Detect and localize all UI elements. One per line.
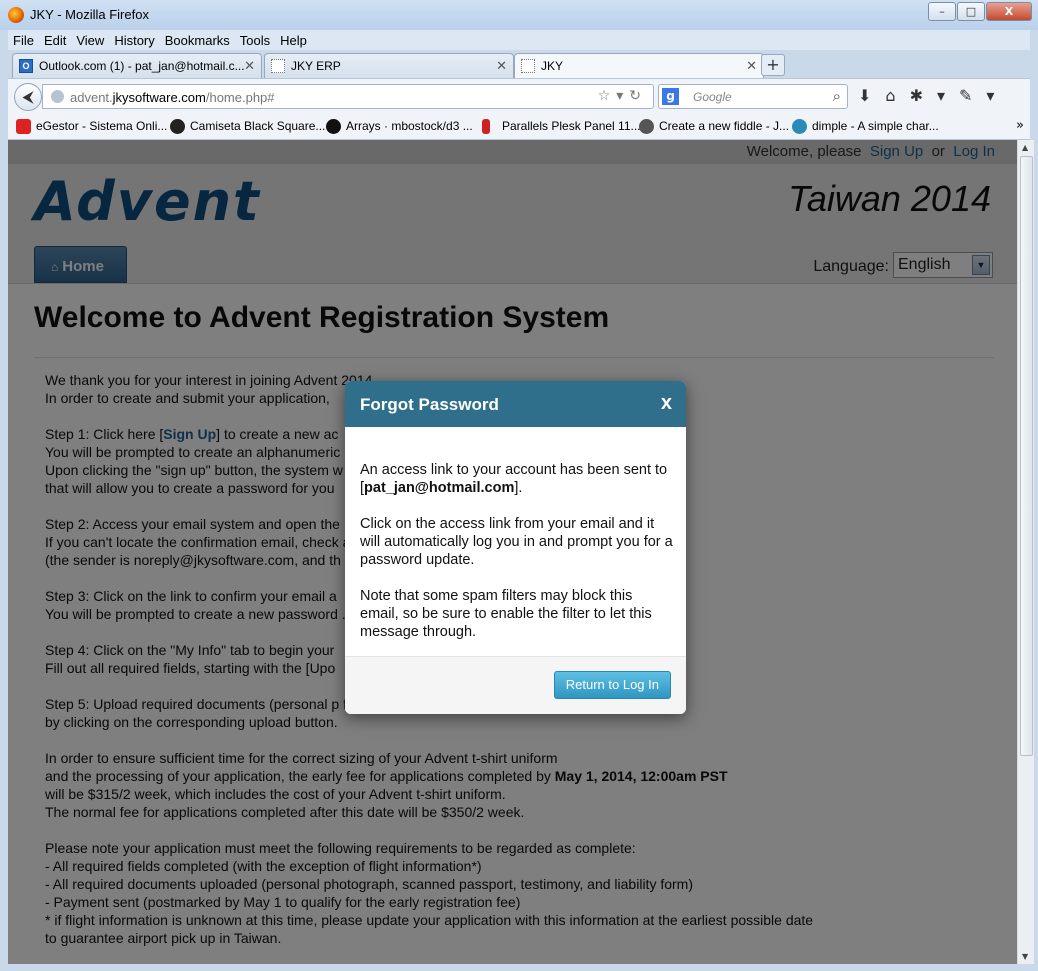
tab-label: JKY ERP <box>291 59 341 73</box>
page-viewport: Welcome, please Sign Up or Log In Advent… <box>8 140 1017 964</box>
menu-edit[interactable]: Edit <box>44 33 66 48</box>
dialog-footer: Return to Log In <box>345 656 686 714</box>
dialog-title: Forgot Password <box>360 395 499 414</box>
url-text: advent.jkysoftware.com/home.php# <box>70 90 275 105</box>
menu-help[interactable]: Help <box>280 33 307 48</box>
parallels-icon <box>482 119 490 134</box>
close-icon[interactable]: x <box>661 392 672 415</box>
menu-tools[interactable]: Tools <box>240 33 270 48</box>
dialog-body: An access link to your account has been … <box>360 461 675 659</box>
return-to-login-button[interactable]: Return to Log In <box>553 671 671 699</box>
tab-outlook[interactable]: O Outlook.com (1) - pat_jan@hotmail.c...… <box>12 53 262 78</box>
tab-label: JKY <box>541 59 564 73</box>
tab-jky-erp[interactable]: JKY ERP ✕ <box>264 53 514 78</box>
new-tab-button[interactable]: + <box>761 54 785 76</box>
scroll-down-icon[interactable]: ▼ <box>1022 952 1028 961</box>
egestor-icon <box>16 119 31 134</box>
menu-view[interactable]: View <box>76 33 104 48</box>
chevron-right-icon[interactable]: » <box>1016 118 1024 133</box>
window-title: JKY - Mozilla Firefox <box>30 7 149 22</box>
menu-history[interactable]: History <box>114 33 154 48</box>
minimize-button[interactable]: – <box>928 2 956 21</box>
maximize-button[interactable]: □ <box>957 2 985 21</box>
window-titlebar: JKY - Mozilla Firefox – □ X <box>0 0 1038 30</box>
page-icon <box>271 59 285 73</box>
close-window-button[interactable]: X <box>986 2 1032 21</box>
search-box[interactable]: g Google ⌕ <box>658 84 848 109</box>
address-bar[interactable]: advent.jkysoftware.com/home.php# ☆▾↻ <box>42 84 654 109</box>
menu-file[interactable]: File <box>13 33 34 48</box>
dialog-message-spam: Note that some spam filters may block th… <box>360 588 652 640</box>
bookmark-camiseta[interactable]: Camiseta Black Square... <box>170 119 325 134</box>
camiseta-icon <box>170 119 185 134</box>
toolbar-icons[interactable]: ⬇⌂✱▾✎▾ <box>858 86 1008 105</box>
bookmark-jsfiddle[interactable]: Create a new fiddle - J... <box>639 119 789 134</box>
bookmark-egestor[interactable]: eGestor - Sistema Onli... <box>16 119 167 134</box>
search-icon[interactable]: ⌕ <box>833 87 841 105</box>
tab-jky[interactable]: JKY ✕ <box>514 53 764 79</box>
tab-close-icon[interactable]: ✕ <box>746 58 757 74</box>
google-icon[interactable]: g <box>662 88 679 105</box>
bookmarks-toolbar: eGestor - Sistema Onli... Camiseta Black… <box>8 114 1030 140</box>
menu-bookmarks[interactable]: Bookmarks <box>165 33 230 48</box>
tab-close-icon[interactable]: ✕ <box>496 58 507 74</box>
bookmark-plesk[interactable]: Parallels Plesk Panel 11... <box>482 119 641 134</box>
email-address: pat_jan@hotmail.com <box>364 480 515 496</box>
page-scrollbar[interactable]: ▲ ▼ <box>1017 140 1034 964</box>
outlook-icon: O <box>19 59 33 73</box>
tab-label: Outlook.com (1) - pat_jan@hotmail.c... <box>39 59 245 73</box>
forgot-password-dialog: Forgot Password x An access link to your… <box>345 381 686 714</box>
dimple-icon <box>792 119 807 134</box>
bookmark-dimple[interactable]: dimple - A simple char... <box>792 119 939 134</box>
navigation-toolbar: ⮜ advent.jkysoftware.com/home.php# ☆▾↻ g… <box>8 78 1030 114</box>
scroll-up-icon[interactable]: ▲ <box>1022 143 1028 152</box>
menu-bar: File Edit View History Bookmarks Tools H… <box>8 30 1030 50</box>
firefox-icon <box>8 7 24 23</box>
dialog-header: Forgot Password x <box>345 381 686 427</box>
window-bottom-border <box>0 964 1038 971</box>
bookmark-star-icon[interactable]: ☆▾↻ <box>598 88 647 104</box>
window-controls: – □ X <box>927 2 1032 21</box>
github-icon <box>326 119 341 134</box>
dialog-message-sent: An access link to your account has been … <box>360 462 668 496</box>
tab-close-icon[interactable]: ✕ <box>244 58 255 74</box>
bookmark-d3[interactable]: Arrays · mbostock/d3 ... <box>326 119 473 134</box>
back-button[interactable]: ⮜ <box>14 83 42 111</box>
dialog-message-link: Click on the access link from your email… <box>360 516 673 568</box>
tab-bar: O Outlook.com (1) - pat_jan@hotmail.c...… <box>8 50 1030 79</box>
search-placeholder: Google <box>693 90 732 104</box>
globe-icon <box>51 90 64 103</box>
cloud-icon <box>639 119 654 134</box>
page-icon <box>521 59 535 73</box>
scrollbar-thumb[interactable] <box>1020 156 1033 756</box>
